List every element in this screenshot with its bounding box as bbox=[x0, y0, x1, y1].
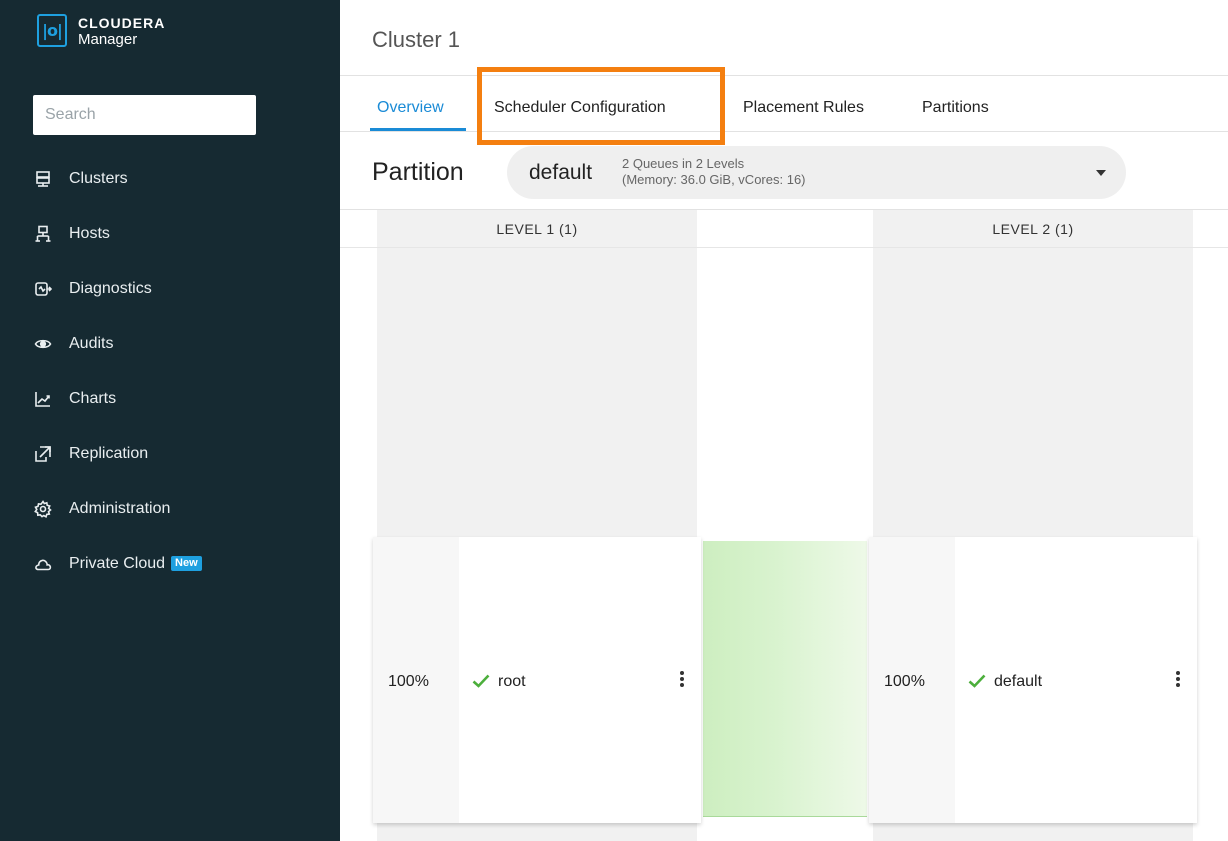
search-input[interactable] bbox=[33, 95, 256, 135]
queue-percent-panel: 100% bbox=[869, 537, 955, 823]
tabs-divider bbox=[340, 131, 1228, 132]
level-1-header: LEVEL 1 (1) bbox=[496, 221, 578, 237]
partition-label: Partition bbox=[372, 158, 464, 186]
sidebar-item-audits[interactable]: Audits bbox=[33, 316, 333, 371]
sidebar-item-label: Hosts bbox=[69, 224, 110, 242]
brand-subtitle: Manager bbox=[78, 31, 138, 48]
sidebar-item-administration[interactable]: Administration bbox=[33, 481, 333, 536]
tab-bar: Overview Scheduler Configuration Placeme… bbox=[340, 76, 1228, 132]
queue-name: default bbox=[994, 673, 1043, 690]
page-title: Cluster 1 bbox=[372, 27, 461, 52]
gear-icon bbox=[33, 499, 53, 519]
level-header-divider bbox=[340, 247, 1228, 248]
partition-resources: (Memory: 36.0 GiB, vCores: 16) bbox=[622, 172, 806, 187]
partition-info: 2 Queues in 2 Levels (Memory: 36.0 GiB, … bbox=[622, 156, 806, 188]
partition-queue-count: 2 Queues in 2 Levels bbox=[622, 156, 745, 171]
brand-text: CLOUDERA Manager bbox=[78, 15, 165, 48]
sidebar-item-label: Audits bbox=[69, 334, 114, 352]
sidebar: |o| CLOUDERA Manager Clusters Hosts Diag… bbox=[0, 0, 340, 841]
queue-percent: 100% bbox=[884, 673, 925, 690]
kebab-menu-icon[interactable] bbox=[679, 670, 685, 690]
brand-name: CLOUDERA bbox=[78, 15, 166, 31]
level-gap bbox=[697, 210, 873, 248]
partition-name: default bbox=[529, 161, 593, 184]
sidebar-nav: Clusters Hosts Diagnostics Audits Charts bbox=[33, 151, 333, 591]
level-2-header: LEVEL 2 (1) bbox=[992, 221, 1074, 237]
tab-overview[interactable]: Overview bbox=[377, 99, 444, 117]
brand[interactable]: |o| CLOUDERA Manager bbox=[37, 14, 165, 48]
sidebar-item-label: Clusters bbox=[69, 169, 128, 187]
sidebar-item-charts[interactable]: Charts bbox=[33, 371, 333, 426]
tab-placement-rules[interactable]: Placement Rules bbox=[743, 99, 864, 117]
sidebar-item-label: Administration bbox=[69, 499, 171, 517]
check-icon bbox=[472, 674, 490, 688]
line-chart-icon bbox=[33, 389, 53, 409]
tab-scheduler-configuration[interactable]: Scheduler Configuration bbox=[494, 99, 666, 117]
queue-percent: 100% bbox=[388, 673, 429, 690]
queue-card-root[interactable]: 100% root bbox=[373, 537, 701, 823]
cloud-icon bbox=[33, 554, 53, 574]
sidebar-item-private-cloud[interactable]: Private Cloud New bbox=[33, 536, 333, 591]
check-icon bbox=[968, 674, 986, 688]
sidebar-item-replication[interactable]: Replication bbox=[33, 426, 333, 481]
kebab-menu-icon[interactable] bbox=[1175, 670, 1181, 690]
diagnostics-icon bbox=[33, 279, 53, 299]
queue-connector bbox=[703, 541, 867, 817]
sidebar-item-hosts[interactable]: Hosts bbox=[33, 206, 333, 261]
caret-down-icon bbox=[1096, 170, 1106, 176]
server-icon bbox=[33, 169, 53, 189]
eye-icon bbox=[33, 334, 53, 354]
sidebar-item-label: Private Cloud bbox=[69, 554, 166, 572]
new-badge: New bbox=[171, 556, 202, 571]
sidebar-item-clusters[interactable]: Clusters bbox=[33, 151, 333, 206]
replication-icon bbox=[33, 444, 53, 464]
tab-partitions[interactable]: Partitions bbox=[922, 99, 989, 117]
queue-name: root bbox=[498, 673, 526, 690]
queue-card-default[interactable]: 100% default bbox=[869, 537, 1197, 823]
queue-percent-panel: 100% bbox=[373, 537, 459, 823]
sidebar-item-label: Diagnostics bbox=[69, 279, 152, 297]
cloudera-logo-icon: |o| bbox=[37, 14, 67, 47]
sidebar-item-diagnostics[interactable]: Diagnostics bbox=[33, 261, 333, 316]
hosts-icon bbox=[33, 224, 53, 244]
sidebar-item-label: Charts bbox=[69, 389, 117, 407]
partition-select[interactable]: default 2 Queues in 2 Levels (Memory: 36… bbox=[507, 146, 1126, 199]
sidebar-item-label: Replication bbox=[69, 444, 149, 462]
